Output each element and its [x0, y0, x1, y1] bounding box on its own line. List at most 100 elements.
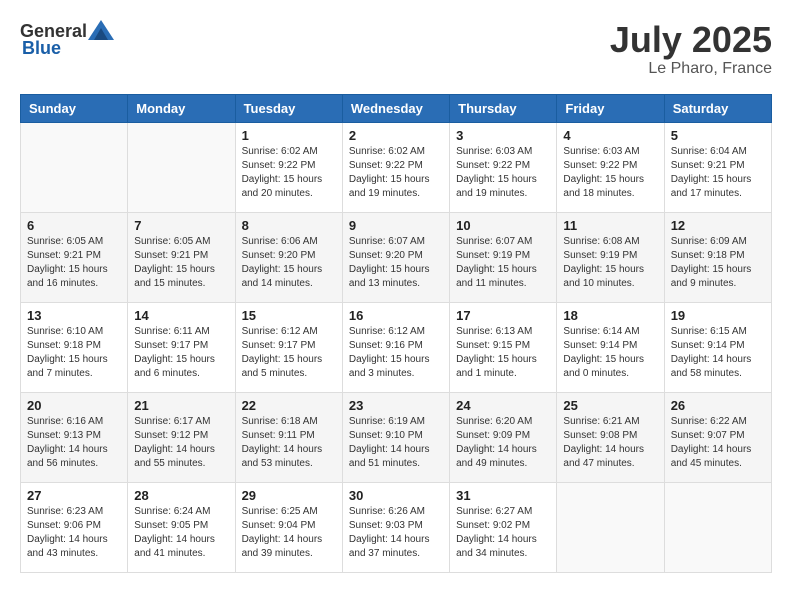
- day-number: 21: [134, 398, 228, 413]
- calendar-day-cell: 30Sunrise: 6:26 AM Sunset: 9:03 PM Dayli…: [342, 482, 449, 572]
- calendar-day-cell: 29 Sunrise: 6:25 AM Sunset: 9:04 PM Dayli…: [235, 482, 342, 572]
- day-info: Sunrise: 6:17 AM Sunset: 9:12 PM Dayligh…: [134, 415, 228, 471]
- day-number: 15: [242, 308, 336, 323]
- weekday-header: Saturday: [664, 94, 771, 122]
- calendar-day-cell: 28Sunrise: 6:24 AM Sunset: 9:05 PM Dayli…: [128, 482, 235, 572]
- day-number: 12: [671, 218, 765, 233]
- calendar-day-cell: 2Sunrise: 6:02 AM Sunset: 9:22 PM Daylig…: [342, 122, 449, 212]
- calendar-day-cell: 13Sunrise: 6:10 AM Sunset: 9:18 PM Dayli…: [21, 302, 128, 392]
- day-number: 31: [456, 488, 550, 503]
- day-number: 11: [563, 218, 657, 233]
- calendar-day-cell: 21 Sunrise: 6:17 AM Sunset: 9:12 PM Dayli…: [128, 392, 235, 482]
- day-number: 10: [456, 218, 550, 233]
- day-info: Sunrise: 6:05 AM Sunset: 9:21 PM Dayligh…: [27, 235, 121, 291]
- day-number: 17: [456, 308, 550, 323]
- month-title: July 2025: [610, 20, 772, 60]
- day-info: Sunrise: 6:18 AM Sunset: 9:11 PM Dayligh…: [242, 415, 336, 471]
- calendar-day-cell: 11 Sunrise: 6:08 AM Sunset: 9:19 PM Dayli…: [557, 212, 664, 302]
- day-number: 9: [349, 218, 443, 233]
- day-info: Sunrise: 6:03 AM Sunset: 9:22 PM Dayligh…: [563, 145, 657, 201]
- calendar-day-cell: 6 Sunrise: 6:05 AM Sunset: 9:21 PM Daylig…: [21, 212, 128, 302]
- calendar-day-cell: 18 Sunrise: 6:14 AM Sunset: 9:14 PM Dayli…: [557, 302, 664, 392]
- weekday-header: Friday: [557, 94, 664, 122]
- calendar-day-cell: 15 Sunrise: 6:12 AM Sunset: 9:17 PM Dayli…: [235, 302, 342, 392]
- day-info: Sunrise: 6:22 AM Sunset: 9:07 PM Dayligh…: [671, 415, 765, 471]
- calendar-week-row: 6 Sunrise: 6:05 AM Sunset: 9:21 PM Daylig…: [21, 212, 772, 302]
- calendar-day-cell: 4 Sunrise: 6:03 AM Sunset: 9:22 PM Daylig…: [557, 122, 664, 212]
- calendar-day-cell: [557, 482, 664, 572]
- calendar-week-row: 27Sunrise: 6:23 AM Sunset: 9:06 PM Dayli…: [21, 482, 772, 572]
- day-number: 23: [349, 398, 443, 413]
- day-info: Sunrise: 6:26 AM Sunset: 9:03 PM Dayligh…: [349, 505, 443, 561]
- weekday-header: Thursday: [450, 94, 557, 122]
- logo: General Blue: [20, 20, 114, 59]
- day-info: Sunrise: 6:21 AM Sunset: 9:08 PM Dayligh…: [563, 415, 657, 471]
- location-title: Le Pharo, France: [610, 60, 772, 78]
- day-number: 18: [563, 308, 657, 323]
- calendar-day-cell: 23 Sunrise: 6:19 AM Sunset: 9:10 PM Dayli…: [342, 392, 449, 482]
- weekday-header: Sunday: [21, 94, 128, 122]
- calendar-day-cell: 3 Sunrise: 6:03 AM Sunset: 9:22 PM Daylig…: [450, 122, 557, 212]
- weekday-header: Monday: [128, 94, 235, 122]
- day-number: 3: [456, 128, 550, 143]
- day-info: Sunrise: 6:07 AM Sunset: 9:19 PM Dayligh…: [456, 235, 550, 291]
- calendar-day-cell: 22 Sunrise: 6:18 AM Sunset: 9:11 PM Dayli…: [235, 392, 342, 482]
- calendar-day-cell: 25 Sunrise: 6:21 AM Sunset: 9:08 PM Dayli…: [557, 392, 664, 482]
- calendar-day-cell: 27Sunrise: 6:23 AM Sunset: 9:06 PM Dayli…: [21, 482, 128, 572]
- weekday-header: Wednesday: [342, 94, 449, 122]
- day-info: Sunrise: 6:11 AM Sunset: 9:17 PM Dayligh…: [134, 325, 228, 381]
- weekday-header: Tuesday: [235, 94, 342, 122]
- day-number: 25: [563, 398, 657, 413]
- logo-blue-text: Blue: [22, 38, 61, 59]
- calendar-day-cell: 8 Sunrise: 6:06 AM Sunset: 9:20 PM Daylig…: [235, 212, 342, 302]
- day-number: 4: [563, 128, 657, 143]
- calendar-day-cell: 17 Sunrise: 6:13 AM Sunset: 9:15 PM Dayli…: [450, 302, 557, 392]
- day-info: Sunrise: 6:20 AM Sunset: 9:09 PM Dayligh…: [456, 415, 550, 471]
- day-info: Sunrise: 6:13 AM Sunset: 9:15 PM Dayligh…: [456, 325, 550, 381]
- day-number: 29: [242, 488, 336, 503]
- calendar-day-cell: 12Sunrise: 6:09 AM Sunset: 9:18 PM Dayli…: [664, 212, 771, 302]
- day-number: 5: [671, 128, 765, 143]
- day-number: 2: [349, 128, 443, 143]
- day-info: Sunrise: 6:05 AM Sunset: 9:21 PM Dayligh…: [134, 235, 228, 291]
- day-number: 7: [134, 218, 228, 233]
- calendar-day-cell: 31 Sunrise: 6:27 AM Sunset: 9:02 PM Dayli…: [450, 482, 557, 572]
- calendar-table: SundayMondayTuesdayWednesdayThursdayFrid…: [20, 94, 772, 573]
- calendar-day-cell: [664, 482, 771, 572]
- day-info: Sunrise: 6:08 AM Sunset: 9:19 PM Dayligh…: [563, 235, 657, 291]
- calendar-day-cell: 9 Sunrise: 6:07 AM Sunset: 9:20 PM Daylig…: [342, 212, 449, 302]
- day-info: Sunrise: 6:04 AM Sunset: 9:21 PM Dayligh…: [671, 145, 765, 201]
- day-number: 19: [671, 308, 765, 323]
- day-info: Sunrise: 6:27 AM Sunset: 9:02 PM Dayligh…: [456, 505, 550, 561]
- day-info: Sunrise: 6:14 AM Sunset: 9:14 PM Dayligh…: [563, 325, 657, 381]
- day-number: 6: [27, 218, 121, 233]
- day-info: Sunrise: 6:10 AM Sunset: 9:18 PM Dayligh…: [27, 325, 121, 381]
- day-info: Sunrise: 6:12 AM Sunset: 9:17 PM Dayligh…: [242, 325, 336, 381]
- day-number: 28: [134, 488, 228, 503]
- calendar-day-cell: 26 Sunrise: 6:22 AM Sunset: 9:07 PM Dayli…: [664, 392, 771, 482]
- title-area: July 2025 Le Pharo, France: [610, 20, 772, 78]
- calendar-day-cell: [21, 122, 128, 212]
- weekday-header-row: SundayMondayTuesdayWednesdayThursdayFrid…: [21, 94, 772, 122]
- calendar-week-row: 20Sunrise: 6:16 AM Sunset: 9:13 PM Dayli…: [21, 392, 772, 482]
- logo-icon: [88, 20, 114, 40]
- calendar-day-cell: 5 Sunrise: 6:04 AM Sunset: 9:21 PM Daylig…: [664, 122, 771, 212]
- calendar-day-cell: 7 Sunrise: 6:05 AM Sunset: 9:21 PM Daylig…: [128, 212, 235, 302]
- day-info: Sunrise: 6:25 AM Sunset: 9:04 PM Dayligh…: [242, 505, 336, 561]
- calendar-day-cell: [128, 122, 235, 212]
- day-number: 8: [242, 218, 336, 233]
- day-info: Sunrise: 6:06 AM Sunset: 9:20 PM Dayligh…: [242, 235, 336, 291]
- day-number: 22: [242, 398, 336, 413]
- day-number: 1: [242, 128, 336, 143]
- day-number: 26: [671, 398, 765, 413]
- day-info: Sunrise: 6:12 AM Sunset: 9:16 PM Dayligh…: [349, 325, 443, 381]
- day-info: Sunrise: 6:19 AM Sunset: 9:10 PM Dayligh…: [349, 415, 443, 471]
- calendar-day-cell: 14Sunrise: 6:11 AM Sunset: 9:17 PM Dayli…: [128, 302, 235, 392]
- day-info: Sunrise: 6:03 AM Sunset: 9:22 PM Dayligh…: [456, 145, 550, 201]
- day-number: 16: [349, 308, 443, 323]
- day-info: Sunrise: 6:16 AM Sunset: 9:13 PM Dayligh…: [27, 415, 121, 471]
- calendar-day-cell: 19Sunrise: 6:15 AM Sunset: 9:14 PM Dayli…: [664, 302, 771, 392]
- day-info: Sunrise: 6:07 AM Sunset: 9:20 PM Dayligh…: [349, 235, 443, 291]
- day-number: 27: [27, 488, 121, 503]
- page-header: General Blue July 2025 Le Pharo, France: [20, 20, 772, 78]
